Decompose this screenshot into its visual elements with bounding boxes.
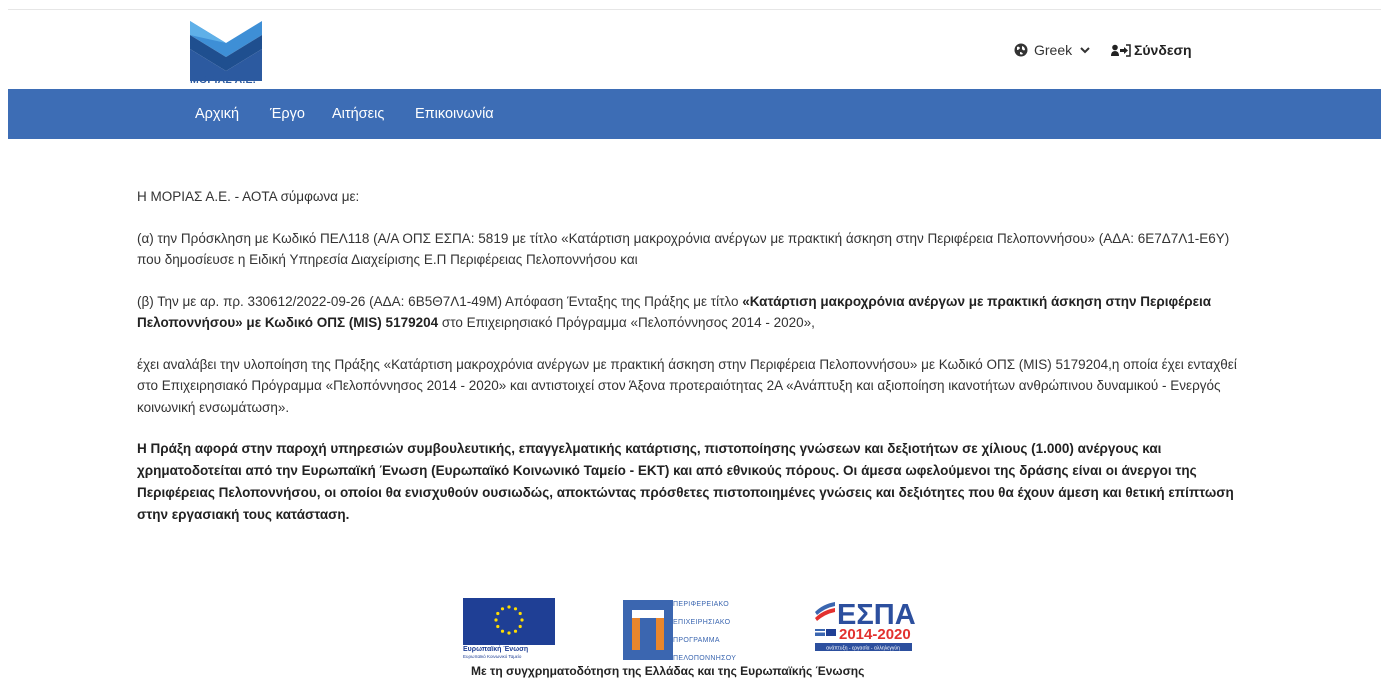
nav-item-home[interactable]: Αρχική [195,106,239,122]
intro-text: Η ΜΟΡΙΑΣ Α.Ε. - ΑΟΤΑ σύμφωνα με: [137,189,360,204]
eu-flag-icon [463,598,555,645]
nav-item-contact[interactable]: Επικοινωνία [415,106,494,122]
paragraph-a: (α) την Πρόσκληση με Κωδικό ΠΕΛ118 (Α/Α … [137,230,1230,268]
eu-sublabel: Ευρωπαϊκό Κοινωνικό Ταμείο [463,654,522,659]
user-login-icon [1111,43,1131,57]
pep-line-1: ΠΕΡΙΦΕΡΕΙΑΚΟ [673,601,730,608]
funding-logos: Ευρωπαϊκή Ένωση Ευρωπαϊκό Κοινωνικό Ταμε… [463,596,918,662]
main-navbar: Αρχική Έργο Αιτήσεις Επικοινωνία [8,89,1381,139]
login-label: Σύνδεση [1134,42,1192,58]
espa-logo-icon: ΕΣΠΑ 2014-2020 ανάπτυξη - εργασία - αλλη… [815,599,916,652]
nav-item-applications[interactable]: Αιτήσεις [332,106,384,122]
language-selector[interactable]: Greek [1014,42,1090,58]
paragraph-d: Η Πράξη αφορά στην παροχή υπηρεσιών συμβ… [137,441,1234,522]
peloponnese-program-icon [623,600,673,660]
paragraph-b-post: στο Επιχειρησιακό Πρόγραμμα «Πελοπόννησο… [438,315,815,330]
eu-label: Ευρωπαϊκή Ένωση [463,646,529,653]
paragraph-c: έχει αναλάβει την υλοποίηση της Πράξης «… [137,356,1237,415]
top-divider [8,9,1381,10]
main-content: Η ΜΟΡΙΑΣ Α.Ε. - ΑΟΤΑ σύμφωνα με: (α) την… [137,186,1252,546]
paragraph-b-pre: (β) Την με αρ. πρ. 330612/2022-09-26 (ΑΔ… [137,293,743,309]
login-button[interactable]: Σύνδεση [1111,42,1192,58]
funding-statement: Με τη συγχρηματοδότηση της Ελλάδας και τ… [471,664,865,678]
pep-line-3: ΠΡΟΓΡΑΜΜΑ [673,637,720,644]
espa-tagline: ανάπτυξη - εργασία - αλληλεγγύη [826,645,900,652]
chevron-down-icon [1080,46,1090,53]
paragraph-b: (β) Την με αρ. πρ. 330612/2022-09-26 (ΑΔ… [137,291,1252,334]
globe-icon [1014,43,1028,57]
nav-item-project[interactable]: Έργο [270,106,305,122]
language-label: Greek [1034,42,1073,58]
peloponnese-program-text: ΠΕΡΙΦΕΡΕΙΑΚΟ ΕΠΙΧΕΙΡΗΣΙΑΚΟ ΠΡΟΓΡΑΜΜΑ ΠΕΛ… [673,596,736,668]
logo-text: ΜΟΡΙΑΣ Α.Ε. [190,74,256,86]
pep-line-2: ΕΠΙΧΕΙΡΗΣΙΑΚΟ [673,619,731,626]
espa-years: 2014-2020 [839,626,911,643]
